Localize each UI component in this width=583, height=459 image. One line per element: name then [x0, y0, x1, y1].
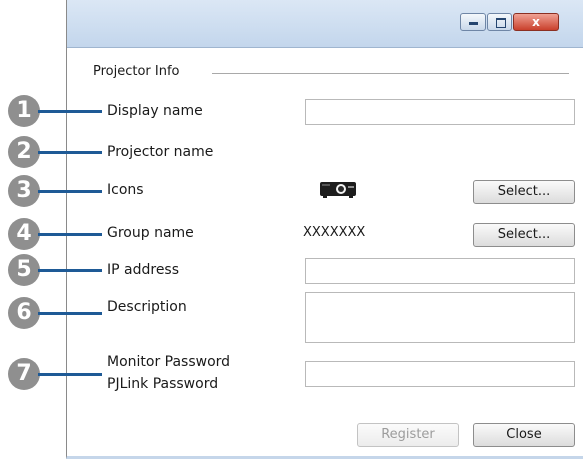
close-button[interactable]: Close: [473, 423, 575, 447]
description-label: Description: [107, 299, 187, 315]
callout-6: 6: [8, 297, 40, 329]
group-title: Projector Info: [93, 64, 180, 79]
callout-leader-3: [38, 190, 102, 193]
monitor-password-label: Monitor Password: [107, 354, 231, 370]
group-name-value: XXXXXXX: [303, 225, 366, 240]
title-bar: x: [67, 0, 583, 48]
display-name-label: Display name: [107, 103, 203, 119]
group-divider: [212, 73, 569, 74]
maximize-button[interactable]: [487, 13, 512, 31]
callout-5: 5: [8, 254, 40, 286]
display-name-input[interactable]: [305, 99, 575, 125]
projector-name-label: Projector name: [107, 144, 214, 160]
pjlink-password-label: PJLink Password: [107, 376, 219, 392]
group-name-label: Group name: [107, 225, 194, 241]
icons-label: Icons: [107, 182, 144, 198]
callout-leader-1: [38, 110, 102, 113]
minimize-button[interactable]: [460, 13, 486, 31]
projector-icon: [320, 182, 356, 198]
password-input[interactable]: [305, 361, 575, 387]
ip-address-input[interactable]: [305, 258, 575, 284]
callout-leader-5: [38, 269, 102, 272]
callout-leader-7: [38, 373, 102, 376]
callout-1: 1: [8, 95, 40, 127]
close-icon: x: [532, 15, 540, 29]
maximize-icon: [496, 18, 506, 28]
select-group-button[interactable]: Select...: [473, 223, 575, 247]
callout-leader-6: [38, 312, 102, 315]
callout-7: 7: [8, 358, 40, 390]
close-window-button[interactable]: x: [513, 13, 559, 31]
ip-address-label: IP address: [107, 262, 180, 278]
minimize-icon: [469, 22, 478, 25]
description-input[interactable]: [305, 292, 575, 343]
callout-4: 4: [8, 218, 40, 250]
callout-3: 3: [8, 175, 40, 207]
callout-2: 2: [8, 136, 40, 168]
callout-leader-2: [38, 151, 102, 154]
callout-leader-4: [38, 233, 102, 236]
register-button[interactable]: Register: [357, 423, 459, 447]
select-icon-button[interactable]: Select...: [473, 180, 575, 204]
